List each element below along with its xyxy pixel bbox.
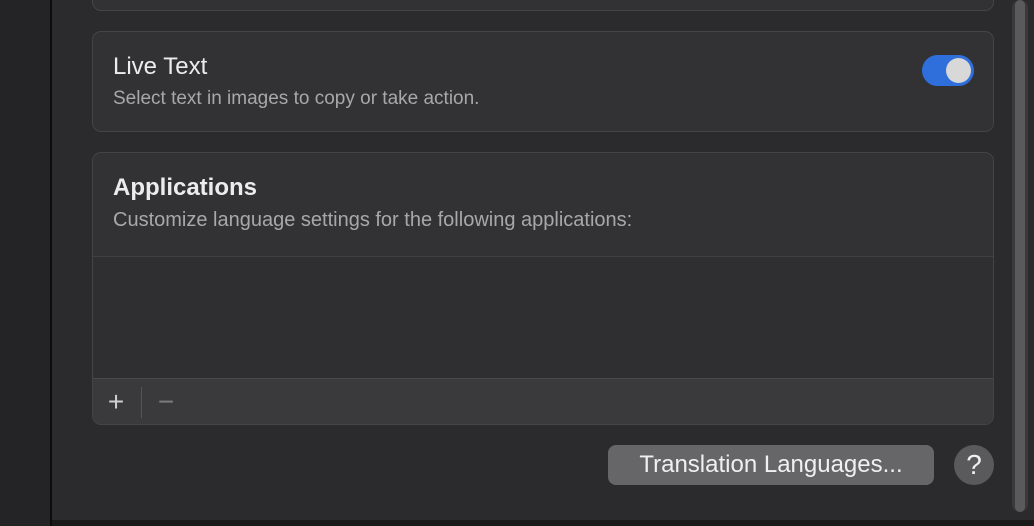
add-application-button[interactable]: +	[93, 379, 139, 424]
sidebar-edge	[0, 0, 50, 526]
remove-application-button[interactable]: −	[143, 379, 189, 424]
help-button[interactable]: ?	[954, 445, 994, 485]
scrollbar-thumb[interactable]	[1015, 0, 1025, 512]
applications-title: Applications	[113, 174, 258, 201]
window-bottom-edge	[52, 520, 1034, 526]
live-text-description: Select text in images to copy or take ac…	[113, 88, 480, 109]
live-text-title: Live Text	[113, 53, 208, 80]
live-text-toggle[interactable]	[922, 55, 974, 86]
toggle-knob	[946, 58, 971, 83]
applications-card: Applications Customize language settings…	[92, 152, 994, 425]
applications-description: Customize language settings for the foll…	[113, 209, 633, 231]
question-mark-icon: ?	[966, 449, 982, 480]
translation-languages-button[interactable]: Translation Languages...	[608, 445, 934, 485]
applications-list[interactable]	[93, 257, 993, 378]
previous-section-card	[92, 0, 994, 11]
toolbar-divider	[141, 387, 142, 418]
live-text-card: Live Text Select text in images to copy …	[92, 31, 994, 132]
applications-toolbar: + −	[93, 378, 993, 424]
plus-icon: +	[107, 386, 125, 417]
vertical-scrollbar[interactable]	[1012, 0, 1028, 512]
minus-icon: −	[157, 386, 175, 417]
